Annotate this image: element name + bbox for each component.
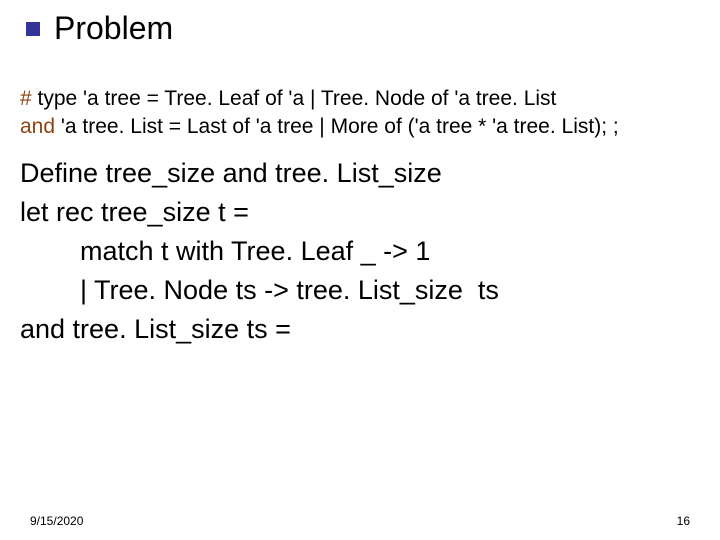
body-block: Define tree_size and tree. List_size let… xyxy=(20,154,700,350)
slide-title-row: Problem xyxy=(26,10,173,47)
type-def-text-2: 'a tree. List = Last of 'a tree | More o… xyxy=(55,115,619,138)
body-line-2: let rec tree_size t = xyxy=(20,193,700,232)
slide-title: Problem xyxy=(54,10,173,47)
footer-page-number: 16 xyxy=(677,514,690,528)
and-keyword: and xyxy=(20,115,55,138)
title-bullet-icon xyxy=(26,22,40,36)
hash-symbol: # xyxy=(20,87,32,110)
body-line-3: match t with Tree. Leaf _ -> 1 xyxy=(20,232,700,271)
footer-date: 9/15/2020 xyxy=(30,514,83,528)
body-line-5: and tree. List_size ts = xyxy=(20,310,700,349)
slide-content: # type 'a tree = Tree. Leaf of 'a | Tree… xyxy=(20,85,700,349)
type-def-text-1: type 'a tree = Tree. Leaf of 'a | Tree. … xyxy=(32,87,557,110)
type-def-line-1: # type 'a tree = Tree. Leaf of 'a | Tree… xyxy=(20,85,700,113)
type-def-line-2: and 'a tree. List = Last of 'a tree | Mo… xyxy=(20,113,700,141)
body-line-4: | Tree. Node ts -> tree. List_size ts xyxy=(20,271,700,310)
body-line-1: Define tree_size and tree. List_size xyxy=(20,154,700,193)
slide: Problem # type 'a tree = Tree. Leaf of '… xyxy=(0,0,720,540)
